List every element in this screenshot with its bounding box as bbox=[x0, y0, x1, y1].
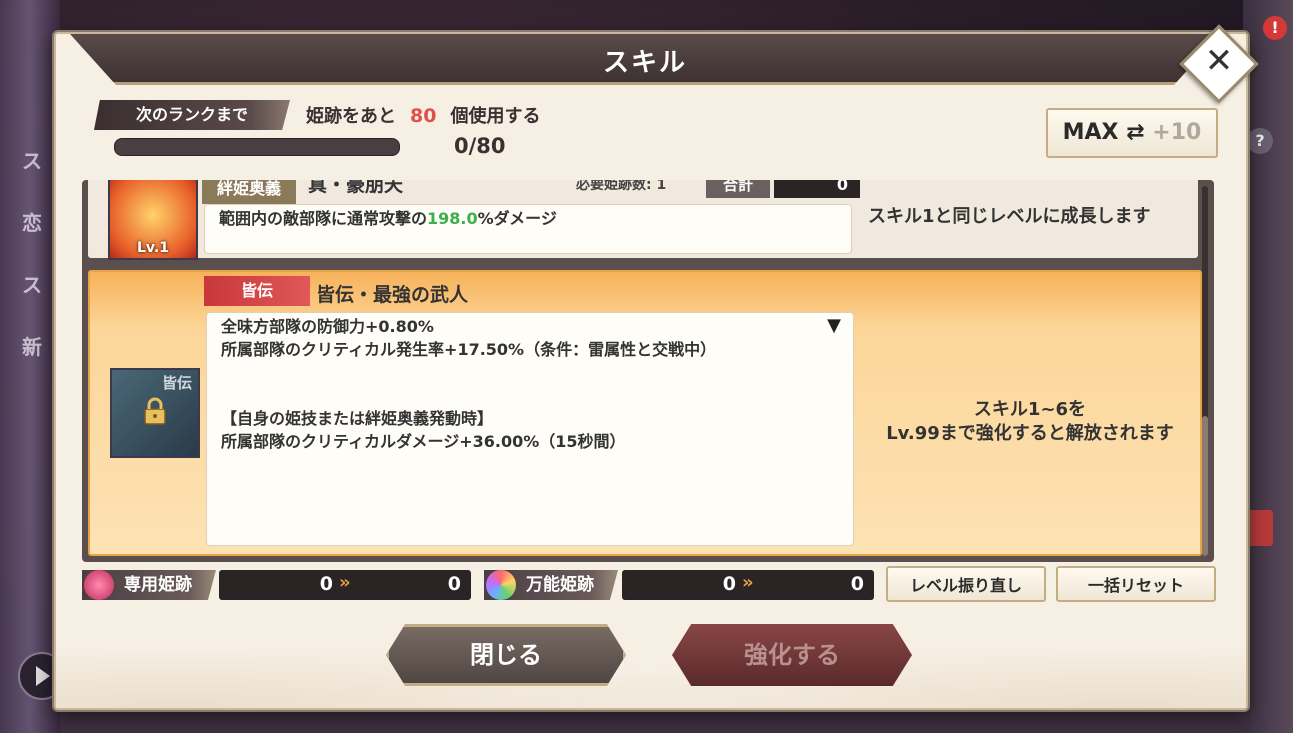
skill-dialog: スキル ✕ 次のランクまで 姫跡をあと 80 個使用する 0/80 MAX ⇄ +1… bbox=[54, 24, 1259, 710]
skill-name: 皆伝・最強の武人 bbox=[316, 284, 469, 306]
level-redistribute-button[interactable]: レベル振り直し bbox=[886, 566, 1046, 602]
max-label: MAX bbox=[1062, 120, 1119, 145]
skill-list-scrollbar[interactable] bbox=[1202, 186, 1208, 556]
max-plus-label: +10 bbox=[1152, 120, 1202, 145]
skill-required-count: 必要姫跡数: 1 bbox=[576, 180, 667, 193]
background-left-menu: ス 恋 ス 新 bbox=[0, 0, 60, 733]
skill-list[interactable]: Lv.1 絆姫奥義 真・豪朋天 必要姫跡数: 1 合計 0 範囲内の敵部隊に通常… bbox=[82, 180, 1214, 562]
scroll-thumb[interactable] bbox=[1202, 416, 1208, 556]
skill-type-tag: 絆姫奥義 bbox=[202, 180, 296, 204]
background-menu-items: ス 恋 ス 新 bbox=[22, 130, 42, 378]
close-icon[interactable]: ✕ bbox=[1196, 38, 1242, 84]
background-menu-item: ス bbox=[22, 149, 42, 173]
skill-icon: 皆伝 bbox=[110, 368, 200, 458]
rank-text-after: 個使用する bbox=[450, 106, 541, 127]
skill-description-value: 198.0 bbox=[427, 209, 478, 228]
rank-progress-bar bbox=[114, 138, 400, 156]
background-menu-item: 恋 bbox=[22, 211, 42, 235]
universal-trace-icon bbox=[486, 570, 516, 600]
dialog-ornament bbox=[56, 598, 1246, 708]
next-rank-label: 次のランクまで bbox=[94, 100, 290, 130]
skill-description-box[interactable]: 全味方部隊の防御力+0.80% 所属部隊のクリティカル発生率+17.50%（条件… bbox=[206, 312, 854, 546]
background-menu-item: 新 bbox=[22, 335, 42, 359]
skill-description: 全味方部隊の防御力+0.80% 所属部隊のクリティカル発生率+17.50%（条件… bbox=[221, 317, 717, 451]
skill-note: スキル1と同じレベルに成長します bbox=[868, 206, 1151, 227]
skill-card-selected[interactable]: 皆伝 皆伝 皆伝・最強の武人 全味方部隊の防御力+0.80% 所属部隊のクリティ… bbox=[88, 270, 1202, 556]
rank-progress-text: 0/80 bbox=[454, 134, 506, 158]
skill-icon-level: Lv.1 bbox=[137, 240, 169, 256]
rank-requirement: 姫跡をあと 80 個使用する bbox=[306, 102, 540, 128]
arrow-right-icon: » bbox=[339, 572, 351, 593]
lock-icon bbox=[144, 397, 166, 425]
skill-icon-tag: 皆伝 bbox=[161, 374, 192, 392]
alert-icon[interactable]: ! bbox=[1263, 16, 1287, 40]
background-menu-item: ス bbox=[22, 273, 42, 297]
universal-trace-current: 0 bbox=[722, 573, 736, 595]
skill-unlock-note-line: スキル1~6を bbox=[973, 399, 1087, 420]
reset-all-button[interactable]: 一括リセット bbox=[1056, 566, 1216, 602]
skill-unlock-note-line: Lv.99まで強化すると解放されます bbox=[886, 423, 1174, 444]
rank-count: 80 bbox=[410, 105, 437, 127]
background-right-panel bbox=[1243, 0, 1293, 733]
skill-description-box: 範囲内の敵部隊に通常攻撃の198.0%ダメージ bbox=[204, 204, 852, 254]
skill-description-suffix: %ダメージ bbox=[477, 209, 557, 228]
close-dialog-button[interactable]: 閉じる bbox=[386, 624, 626, 686]
expand-arrow-icon[interactable]: ▼ bbox=[827, 315, 841, 336]
enhance-button[interactable]: 強化する bbox=[672, 624, 912, 686]
exclusive-trace-current: 0 bbox=[319, 573, 333, 595]
skill-total-value: 0 bbox=[774, 180, 860, 198]
exclusive-trace-counter: 0 » 0 bbox=[219, 570, 471, 600]
arrow-right-icon: » bbox=[742, 572, 754, 593]
exclusive-trace-icon bbox=[84, 570, 114, 600]
universal-trace-counter: 0 » 0 bbox=[622, 570, 874, 600]
skill-unlock-note: スキル1~6を Lv.99まで強化すると解放されます bbox=[860, 398, 1200, 446]
rank-text-before: 姫跡をあと bbox=[306, 106, 396, 127]
swap-icon: ⇄ bbox=[1126, 120, 1145, 145]
exclusive-trace-after: 0 bbox=[447, 573, 461, 595]
dialog-title: スキル bbox=[602, 48, 687, 78]
skill-icon: Lv.1 bbox=[108, 180, 198, 260]
help-icon[interactable]: ? bbox=[1247, 128, 1273, 154]
skill-type-tag: 皆伝 bbox=[204, 276, 310, 306]
dialog-title-bar: スキル bbox=[70, 34, 1220, 85]
skill-card[interactable]: Lv.1 絆姫奥義 真・豪朋天 必要姫跡数: 1 合計 0 範囲内の敵部隊に通常… bbox=[88, 180, 1198, 260]
skill-description-prefix: 範囲内の敵部隊に通常攻撃の bbox=[219, 209, 428, 228]
skill-total-label: 合計 bbox=[706, 180, 770, 198]
max-toggle-button[interactable]: MAX ⇄ +10 bbox=[1046, 108, 1218, 158]
universal-trace-after: 0 bbox=[850, 573, 864, 595]
skill-name: 真・豪朋天 bbox=[308, 180, 404, 196]
skill-description: 範囲内の敵部隊に通常攻撃の198.0%ダメージ bbox=[219, 207, 557, 230]
